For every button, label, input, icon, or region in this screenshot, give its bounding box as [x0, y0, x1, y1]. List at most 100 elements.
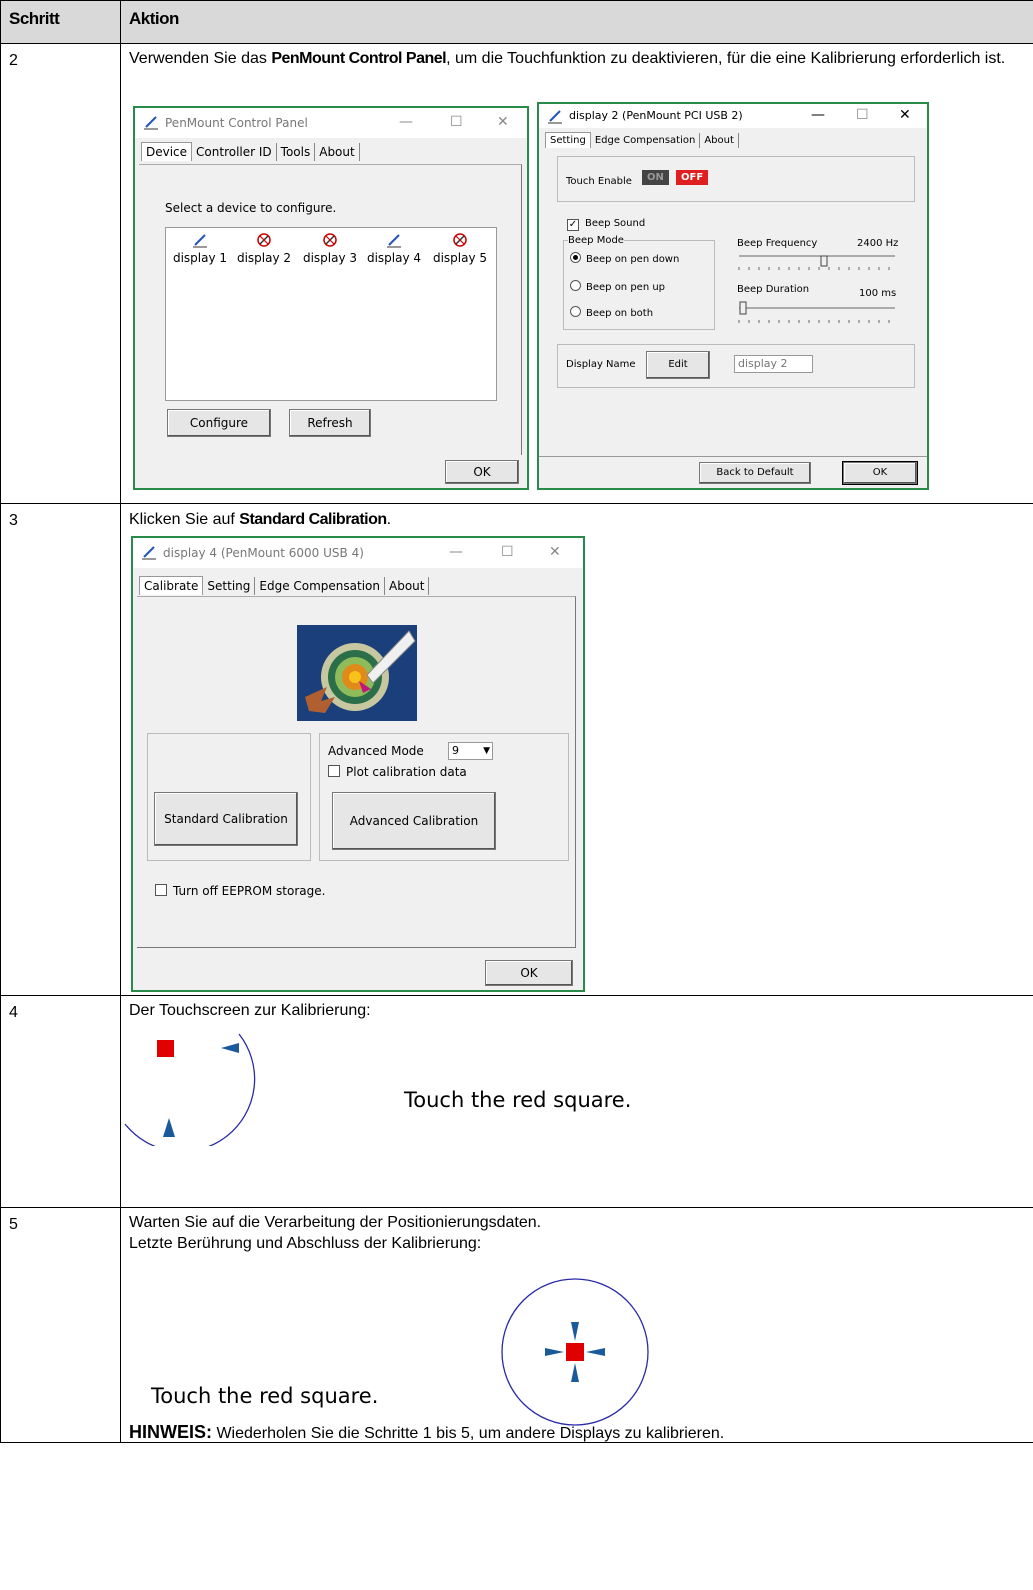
device-panel: Select a device to configure. display 1 … [139, 164, 522, 455]
maximize-icon[interactable]: ☐ [450, 114, 463, 130]
table-row-step-4: 4 Der Touchscreen zur Kalibrierung: Touc… [0, 995, 1033, 1208]
display-name-label: Display Name [566, 359, 636, 370]
minimize-icon[interactable]: — [811, 107, 825, 123]
step-number: 4 [0, 995, 121, 1208]
ok-button[interactable]: OK [485, 960, 573, 986]
eeprom-checkbox[interactable]: Turn off EEPROM storage. [155, 883, 325, 898]
plot-calibration-checkbox[interactable]: Plot calibration data [328, 764, 467, 779]
minimize-icon[interactable]: — [449, 544, 463, 560]
display2-titlebar: display 2 (PenMount PCI USB 2) — ☐ ✕ [539, 104, 927, 128]
close-icon[interactable]: ✕ [497, 114, 509, 130]
tab-about[interactable]: About [315, 143, 360, 161]
red-square-icon [157, 1040, 174, 1057]
step-number: 5 [0, 1207, 121, 1443]
tab-tools[interactable]: Tools [277, 143, 316, 161]
arrow-down-icon [571, 1322, 579, 1341]
standard-group: Standard Calibration [147, 733, 311, 861]
note-label: HINWEIS: [129, 1422, 212, 1442]
close-icon[interactable]: ✕ [549, 544, 561, 560]
note: HINWEIS: Wiederholen Sie die Schritte 1 … [129, 1422, 724, 1443]
minimize-icon[interactable]: — [399, 114, 413, 130]
tab-about[interactable]: About [700, 133, 739, 148]
advanced-group: Advanced Mode 9 ▼ Plot calibration data A… [319, 733, 569, 861]
steps-table: Schritt Aktion 2 Verwenden Sie das PenMo… [0, 0, 1033, 1443]
disabled-device-icon [453, 233, 467, 247]
arrow-right-icon [545, 1348, 564, 1356]
window-title: PenMount Control Panel [165, 116, 308, 130]
tab-edge-compensation[interactable]: Edge Compensation [591, 133, 701, 148]
back-to-default-button[interactable]: Back to Default [699, 462, 811, 484]
chevron-down-icon: ▼ [483, 746, 490, 756]
pen-icon [387, 234, 401, 248]
display-name-group: Display Name Edit display 2 [557, 344, 915, 388]
table-row-step-2: 2 Verwenden Sie das PenMount Control Pan… [0, 43, 1033, 504]
step-number: 3 [0, 503, 121, 996]
calibrate-panel: Standard Calibration Advanced Mode 9 ▼ Pl… [137, 596, 576, 948]
calibration-center-graphic [501, 1278, 649, 1426]
disabled-device-icon [257, 233, 271, 247]
close-icon[interactable]: ✕ [899, 107, 911, 123]
beep-mode-label: Beep Mode [568, 235, 624, 246]
table-row-step-3: 3 Klicken Sie auf Standard Calibration. … [0, 503, 1033, 996]
beep-mode-group: Beep Mode Beep on pen down Beep on pen u… [563, 235, 715, 330]
standard-calibration-button[interactable]: Standard Calibration [154, 792, 298, 846]
display-name-field[interactable]: display 2 [734, 355, 813, 373]
tab-calibrate[interactable]: Calibrate [139, 576, 204, 595]
footer-divider [539, 456, 927, 457]
touch-instruction: Touch the red square. [151, 1384, 379, 1408]
beep-sound-checkbox[interactable]: ✓ Beep Sound [567, 218, 645, 231]
beep-pen-up-radio[interactable]: Beep on pen up [570, 279, 665, 293]
tab-setting[interactable]: Setting [545, 132, 591, 148]
arrow-up-icon [163, 1118, 175, 1137]
refresh-button[interactable]: Refresh [289, 409, 371, 437]
step-number: 2 [0, 43, 121, 504]
device-label: display 1 [172, 251, 228, 265]
maximize-icon[interactable]: ☐ [856, 107, 869, 123]
device-item[interactable]: display 1 [170, 232, 230, 265]
device-label: display 4 [366, 251, 422, 265]
step-2-text: Verwenden Sie das PenMount Control Panel… [129, 50, 1006, 67]
ok-button[interactable]: OK [842, 461, 918, 485]
table-header-row: Schritt Aktion [0, 0, 1033, 44]
advanced-mode-select[interactable]: 9 ▼ [448, 742, 493, 760]
beep-frequency-slider[interactable] [735, 250, 899, 272]
tab-setting[interactable]: Setting [203, 577, 256, 595]
beep-pen-down-radio[interactable]: Beep on pen down [570, 251, 679, 265]
edit-button[interactable]: Edit [646, 351, 710, 379]
ok-button[interactable]: OK [445, 460, 519, 484]
tab-controller-id[interactable]: Controller ID [192, 143, 277, 161]
display4-window: display 4 (PenMount 6000 USB 4) — ☐ ✕ Ca… [131, 536, 585, 992]
device-item[interactable]: display 2 [234, 232, 294, 265]
touch-instruction: Touch the red square. [404, 1088, 632, 1112]
configure-button[interactable]: Configure [167, 409, 271, 437]
device-item[interactable]: display 4 [364, 232, 424, 265]
device-label: display 5 [432, 251, 488, 265]
beep-duration-label: Beep Duration [737, 284, 810, 295]
maximize-icon[interactable]: ☐ [501, 544, 514, 560]
beep-duration-value: 100 ms [859, 288, 897, 299]
beep-frequency-label: Beep Frequency [737, 238, 818, 249]
disabled-device-icon [323, 233, 337, 247]
window-title: display 2 (PenMount PCI USB 2) [569, 109, 743, 122]
tab-edge-compensation[interactable]: Edge Compensation [255, 577, 385, 595]
step-4-text: Der Touchscreen zur Kalibrierung: [129, 1002, 371, 1019]
beep-frequency-value: 2400 Hz [857, 238, 899, 249]
arrow-up-icon [571, 1363, 579, 1382]
touch-enable-group: Touch Enable ON OFF [557, 156, 915, 202]
beep-both-radio[interactable]: Beep on both [570, 305, 653, 319]
device-list[interactable]: display 1 display 2 display 3 display 4 … [165, 227, 497, 401]
device-item[interactable]: display 5 [430, 232, 490, 265]
red-square-icon [566, 1343, 584, 1361]
step-5-line1: Warten Sie auf die Verarbeitung der Posi… [129, 1214, 542, 1231]
advanced-calibration-button[interactable]: Advanced Calibration [332, 792, 496, 850]
device-label: display 2 [236, 251, 292, 265]
tab-device[interactable]: Device [141, 142, 193, 161]
beep-duration-slider[interactable] [735, 300, 899, 324]
tab-bar: Calibrate Setting Edge Compensation About [139, 576, 430, 596]
touch-on-button[interactable]: ON [642, 170, 669, 185]
arrow-left-icon [586, 1348, 605, 1356]
tab-about[interactable]: About [385, 577, 430, 595]
header-action: Aktion [120, 0, 1033, 44]
device-item[interactable]: display 3 [300, 232, 360, 265]
touch-off-button[interactable]: OFF [676, 170, 709, 185]
